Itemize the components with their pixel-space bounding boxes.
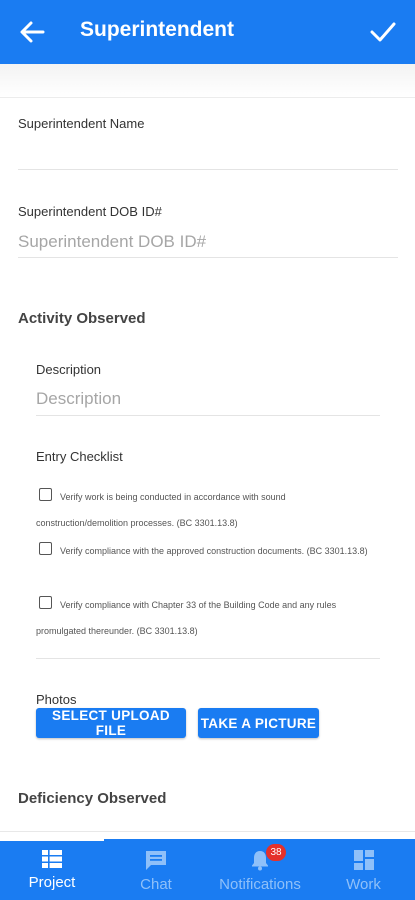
checklist-item[interactable]: Verify compliance with the approved cons… — [36, 538, 376, 564]
nav-label: Chat — [140, 876, 172, 893]
nav-label: Work — [346, 876, 381, 893]
checklist-item-label: Verify work is being conducted in accord… — [36, 492, 286, 528]
grid-icon — [353, 850, 374, 870]
activity-observed-title: Activity Observed — [18, 310, 146, 327]
page-title: Superintendent — [80, 18, 235, 41]
superintendent-dob-input[interactable] — [18, 226, 398, 258]
bottom-nav: Project Chat 38 Notifications Work — [0, 839, 415, 900]
checklist-item-label: Verify compliance with the approved cons… — [60, 546, 368, 556]
checkbox[interactable] — [39, 542, 52, 555]
nav-label: Notifications — [219, 876, 301, 893]
nav-item-notifications[interactable]: 38 Notifications — [208, 839, 312, 900]
description-input[interactable] — [36, 383, 380, 416]
nav-item-project[interactable]: Project — [0, 839, 104, 900]
select-upload-file-button[interactable]: SELECT UPLOAD FILE — [36, 708, 186, 738]
list-icon — [42, 850, 62, 868]
photos-label: Photos — [36, 692, 77, 707]
deficiency-observed-title: Deficiency Observed — [18, 790, 167, 807]
take-picture-button[interactable]: TAKE A PICTURE — [198, 708, 319, 738]
checkbox[interactable] — [39, 488, 52, 501]
checklist-item[interactable]: Verify compliance with Chapter 33 of the… — [36, 592, 376, 644]
notification-count-badge: 38 — [266, 844, 286, 861]
chat-icon — [146, 851, 166, 870]
content-divider — [0, 831, 415, 832]
description-label: Description — [36, 362, 102, 377]
entry-checklist-title: Entry Checklist — [36, 449, 123, 464]
checklist-item[interactable]: Verify work is being conducted in accord… — [36, 484, 376, 536]
header-shadow — [0, 64, 415, 98]
save-check-icon[interactable] — [369, 19, 397, 45]
nav-item-work[interactable]: Work — [312, 839, 415, 900]
checklist-divider — [36, 658, 380, 659]
back-arrow-icon[interactable] — [18, 19, 46, 45]
nav-label: Project — [28, 874, 76, 891]
checkbox[interactable] — [39, 596, 52, 609]
superintendent-dob-label: Superintendent DOB ID# — [18, 204, 162, 219]
superintendent-name-input[interactable] — [18, 140, 398, 170]
nav-item-chat[interactable]: Chat — [104, 839, 208, 900]
checklist-item-label: Verify compliance with Chapter 33 of the… — [36, 600, 337, 636]
app-bar: Superintendent — [0, 0, 415, 64]
superintendent-name-label: Superintendent Name — [18, 116, 145, 131]
